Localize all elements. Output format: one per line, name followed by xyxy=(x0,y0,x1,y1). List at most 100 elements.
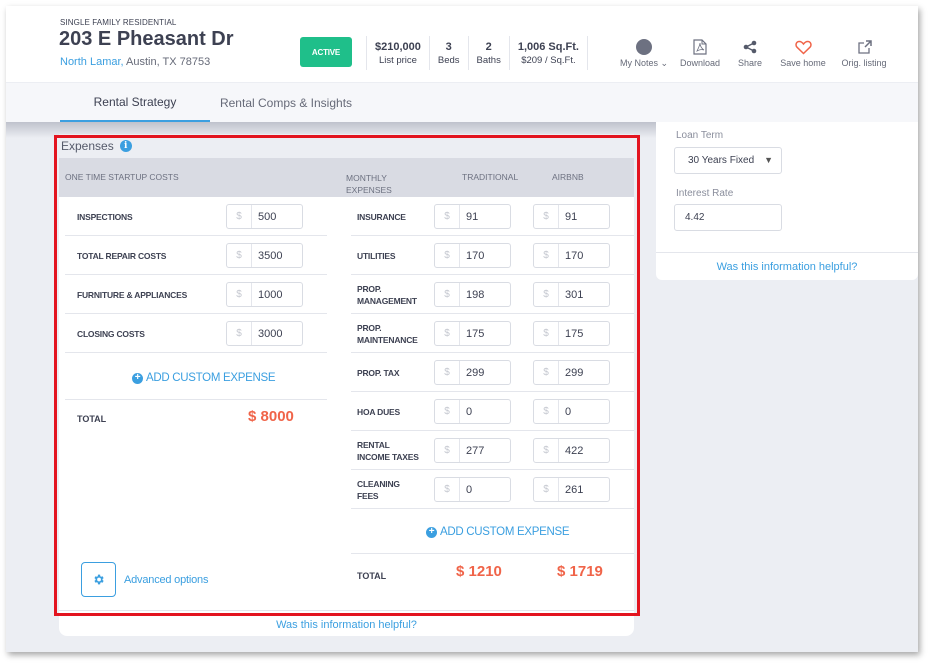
row-label-line: UTILITIES xyxy=(357,251,396,261)
tab-rental-strategy[interactable]: Rental Strategy xyxy=(60,83,210,123)
row-label: PROP. TAX xyxy=(357,367,399,379)
traditional-input[interactable]: $91 xyxy=(434,204,511,229)
action-label: Save home xyxy=(780,58,826,68)
property-type: SINGLE FAMILY RESIDENTIAL xyxy=(60,18,177,27)
currency-symbol: $ xyxy=(227,205,252,228)
currency-symbol: $ xyxy=(534,478,559,501)
loan-term-select[interactable]: 30 Years Fixed ▼ xyxy=(674,147,782,174)
header-line: EXPENSES xyxy=(346,185,392,195)
airbnb-input[interactable]: $422 xyxy=(533,438,610,463)
airbnb-input[interactable]: $175 xyxy=(533,321,610,346)
airbnb-input[interactable]: $91 xyxy=(533,204,610,229)
property-address: 203 E Pheasant Dr xyxy=(59,28,234,50)
traditional-input[interactable]: $299 xyxy=(434,360,511,385)
save-home-button[interactable]: Save home xyxy=(772,36,834,69)
helpful-link[interactable]: Was this information helpful? xyxy=(656,261,918,273)
stat-label: List price xyxy=(378,54,417,66)
info-icon[interactable]: i xyxy=(119,140,132,152)
input-value: 91 xyxy=(565,210,578,223)
currency-symbol: $ xyxy=(435,283,460,306)
property-stats: $210,000 List price 3 Beds 2 Baths 1,006 Sq… xyxy=(366,36,588,70)
row-label: CLOSING COSTS xyxy=(77,329,145,339)
row-label: FURNITURE & APPLIANCES xyxy=(77,290,188,300)
currency-symbol: $ xyxy=(534,244,559,267)
startup-row: INSPECTIONS $500 xyxy=(65,197,327,236)
input-value: 277 xyxy=(466,444,485,457)
app-window: SINGLE FAMILY RESIDENTIAL 203 E Pheasant… xyxy=(6,6,918,652)
airbnb-input[interactable]: $170 xyxy=(533,243,610,268)
traditional-input[interactable]: $0 xyxy=(434,399,511,424)
row-label-line: HOA DUES xyxy=(357,407,400,417)
stat-value: 2 xyxy=(485,40,492,53)
currency-symbol: $ xyxy=(227,244,252,267)
advanced-options-link[interactable]: Advanced options xyxy=(124,574,208,586)
row-label: RENTAL INCOME TAXES xyxy=(357,439,419,463)
tab-bar: Rental Strategy Rental Comps & Insights xyxy=(6,82,918,123)
row-label-line: PROP. xyxy=(357,284,382,294)
input-value: 261 xyxy=(565,483,584,496)
traditional-input[interactable]: $175 xyxy=(434,321,511,346)
airbnb-input[interactable]: $301 xyxy=(533,282,610,307)
currency-symbol: $ xyxy=(435,322,460,345)
neighborhood-link[interactable]: North Lamar, xyxy=(60,56,124,68)
monthly-row: HOA DUES $0 $0 xyxy=(351,392,634,431)
monthly-row: PROP. MANAGEMENT $198 $301 xyxy=(351,275,634,314)
startup-total-label: TOTAL xyxy=(77,414,107,424)
airbnb-input[interactable]: $0 xyxy=(533,399,610,424)
traditional-input[interactable]: $170 xyxy=(434,243,511,268)
input-value: 500 xyxy=(258,210,277,223)
header-actions: My Notes ⌄ Download Share Save home Orig… xyxy=(616,36,894,69)
add-startup-expense-button[interactable]: + ADD CUSTOM EXPENSE xyxy=(132,372,276,384)
row-label-line: INSURANCE xyxy=(357,212,406,222)
row-label-line: PROP. xyxy=(357,323,382,333)
inspections-input[interactable]: $500 xyxy=(226,204,303,229)
stat-sqft: 1,006 Sq.Ft. $209 / Sq.Ft. xyxy=(508,36,588,70)
furniture-input[interactable]: $1000 xyxy=(226,282,303,307)
divider xyxy=(656,252,918,253)
traditional-header: TRADITIONAL xyxy=(462,172,519,182)
startup-total-value: $ 8000 xyxy=(248,408,294,425)
helpful-link[interactable]: Was this information helpful? xyxy=(59,619,634,631)
currency-symbol: $ xyxy=(435,361,460,384)
input-value: 301 xyxy=(565,288,584,301)
closing-costs-input[interactable]: $3000 xyxy=(226,321,303,346)
action-label: Download xyxy=(679,58,721,68)
heart-icon xyxy=(794,40,812,55)
orig-listing-button[interactable]: Orig. listing xyxy=(834,36,894,69)
input-value: 0 xyxy=(466,483,473,496)
stat-value: 1,006 Sq.Ft. xyxy=(517,40,579,53)
row-label: INSURANCE xyxy=(357,211,406,223)
share-button[interactable]: Share xyxy=(728,36,772,69)
stat-baths: 2 Baths xyxy=(467,36,509,70)
header-line: MONTHLY xyxy=(346,173,387,183)
add-monthly-expense-button[interactable]: + ADD CUSTOM EXPENSE xyxy=(426,526,570,538)
currency-symbol: $ xyxy=(227,283,252,306)
my-notes-button[interactable]: My Notes ⌄ xyxy=(616,36,672,69)
row-label-line: FEES xyxy=(357,491,379,501)
row-label: CLEANING FEES xyxy=(357,478,400,502)
repair-costs-input[interactable]: $3500 xyxy=(226,243,303,268)
traditional-input[interactable]: $0 xyxy=(434,477,511,502)
property-header: SINGLE FAMILY RESIDENTIAL 203 E Pheasant… xyxy=(6,6,918,82)
gear-icon xyxy=(94,574,104,585)
currency-symbol: $ xyxy=(534,283,559,306)
stat-list-price: $210,000 List price xyxy=(366,36,429,70)
input-value: 3000 xyxy=(258,327,283,340)
airbnb-input[interactable]: $261 xyxy=(533,477,610,502)
table-header: ONE TIME STARTUP COSTS MONTHLY EXPENSES T… xyxy=(59,158,634,197)
advanced-options-button[interactable] xyxy=(81,562,116,597)
advanced-options: Advanced options xyxy=(81,562,208,597)
interest-rate-input[interactable]: 4.42 xyxy=(674,204,782,231)
airbnb-header: AIRBNB xyxy=(552,172,584,182)
airbnb-input[interactable]: $299 xyxy=(533,360,610,385)
input-value: 170 xyxy=(565,249,584,262)
interest-rate-label: Interest Rate xyxy=(676,188,734,199)
currency-symbol: $ xyxy=(435,205,460,228)
traditional-input[interactable]: $198 xyxy=(434,282,511,307)
currency-symbol: $ xyxy=(435,244,460,267)
traditional-input[interactable]: $277 xyxy=(434,438,511,463)
row-label: PROP. MAINTENANCE xyxy=(357,322,418,346)
download-button[interactable]: Download xyxy=(672,36,728,69)
action-label: My Notes ⌄ xyxy=(619,58,669,68)
tab-rental-comps[interactable]: Rental Comps & Insights xyxy=(211,83,361,123)
